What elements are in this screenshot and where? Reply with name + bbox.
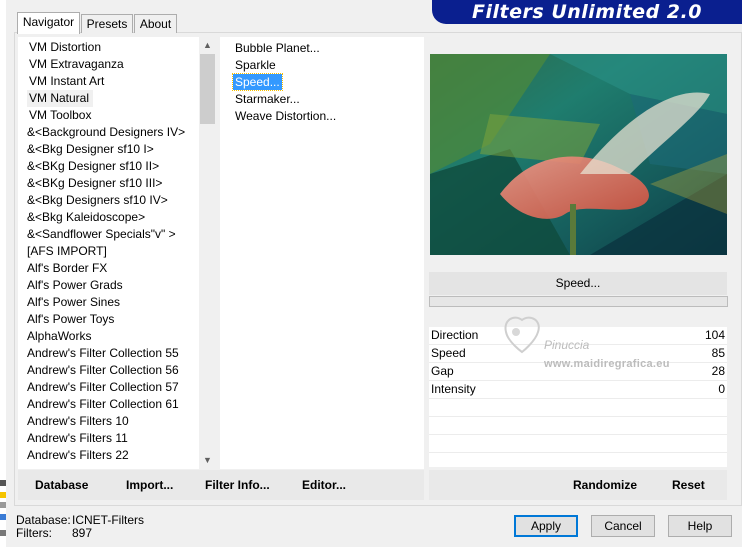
editor-button[interactable]: Editor... [302,478,346,492]
scroll-thumb[interactable] [200,54,215,124]
param-row[interactable]: Speed 85 [429,345,727,363]
status-info: Database:ICNET-Filters Filters: 897 [16,514,144,540]
progress-bar [429,296,728,307]
filter-item[interactable]: Starmaker... [233,91,302,107]
category-item[interactable]: Andrew's Filters 22 [27,447,129,464]
tab-navigator[interactable]: Navigator [17,12,80,34]
category-item[interactable]: Andrew's Filter Collection 61 [27,396,179,413]
category-item[interactable]: &<Bkg Designer sf10 I> [27,141,154,158]
left-toolbar: Database Import... Filter Info... Editor... [18,470,424,500]
database-value: ICNET-Filters [72,513,144,527]
left-edge-marks [0,480,6,547]
param-value[interactable]: 0 [718,381,725,398]
app-title-banner: Filters Unlimited 2.0 [432,0,742,24]
scroll-up-icon[interactable]: ▲ [199,37,216,54]
category-item[interactable]: Alf's Power Toys [27,311,114,328]
category-item[interactable]: AlphaWorks [27,328,91,345]
category-item[interactable]: &<Sandflower Specials"v" > [27,226,176,243]
database-button[interactable]: Database [35,478,88,492]
category-item[interactable]: Andrew's Filters 11 [27,430,128,447]
tab-presets[interactable]: Presets [81,14,133,33]
category-item[interactable]: Alf's Border FX [27,260,107,277]
filter-item[interactable]: Speed... [232,73,283,91]
param-label: Intensity [431,382,476,396]
param-row[interactable] [429,399,727,417]
filter-item[interactable]: Bubble Planet... [233,40,322,56]
current-filter-label: Speed... [429,272,727,295]
category-item[interactable]: VM Toolbox [29,107,91,124]
param-value[interactable]: 85 [712,345,725,362]
category-item[interactable]: &<Background Designers IV> [27,124,185,141]
preview-image [430,54,727,255]
param-label: Speed [431,346,466,360]
category-list[interactable]: VM Distortion VM Extravaganza VM Instant A… [18,37,199,469]
category-item[interactable]: Andrew's Filter Collection 56 [27,362,179,379]
filter-item[interactable]: Sparkle [233,57,278,73]
filter-list[interactable]: Bubble Planet... Sparkle Speed... Starmaker… [220,37,424,469]
filters-count-label: Filters: [16,526,52,540]
category-item[interactable]: &<Bkg Kaleidoscope> [27,209,145,226]
category-item[interactable]: &<BKg Designer sf10 II> [27,158,159,175]
category-item[interactable]: &<Bkg Designers sf10 IV> [27,192,168,209]
apply-button[interactable]: Apply [514,515,578,537]
reset-button[interactable]: Reset [672,478,705,492]
randomize-button[interactable]: Randomize [573,478,637,492]
category-item[interactable]: VM Instant Art [29,73,104,90]
category-item[interactable]: VM Natural [27,90,94,107]
category-item[interactable]: [AFS IMPORT] [27,243,107,260]
category-scrollbar[interactable]: ▲ ▼ [199,37,216,469]
scroll-down-icon[interactable]: ▼ [199,452,216,469]
param-row[interactable] [429,435,727,453]
category-item[interactable]: Andrew's Filters 10 [27,413,129,430]
filter-info-button[interactable]: Filter Info... [205,478,270,492]
parameter-list[interactable]: Direction 104 Speed 85 Gap 28 Intensity 0 [429,327,727,471]
param-row[interactable] [429,453,727,471]
help-button[interactable]: Help [668,515,732,537]
category-item[interactable]: &<BKg Designer sf10 III> [27,175,162,192]
param-row[interactable]: Gap 28 [429,363,727,381]
category-item[interactable]: Andrew's Filter Collection 57 [27,379,179,396]
right-toolbar: Randomize Reset [429,470,727,500]
left-edge [0,0,6,547]
category-item[interactable]: VM Extravaganza [29,56,124,73]
filters-count-value: 897 [72,526,93,540]
param-value[interactable]: 28 [712,363,725,380]
param-label: Direction [431,328,479,342]
param-row[interactable] [429,417,727,435]
import-button[interactable]: Import... [126,478,173,492]
category-item[interactable]: Andrew's Filter Collection 55 [27,345,179,362]
category-item[interactable]: VM Distortion [29,39,101,56]
cancel-button[interactable]: Cancel [591,515,655,537]
param-value[interactable]: 104 [705,327,725,344]
category-item[interactable]: Alf's Power Grads [27,277,123,294]
filter-item[interactable]: Weave Distortion... [233,108,338,124]
param-label: Gap [431,364,454,378]
tab-about[interactable]: About [134,14,177,33]
param-row[interactable]: Intensity 0 [429,381,727,399]
category-item[interactable]: Alf's Power Sines [27,294,120,311]
param-row[interactable]: Direction 104 [429,327,727,345]
